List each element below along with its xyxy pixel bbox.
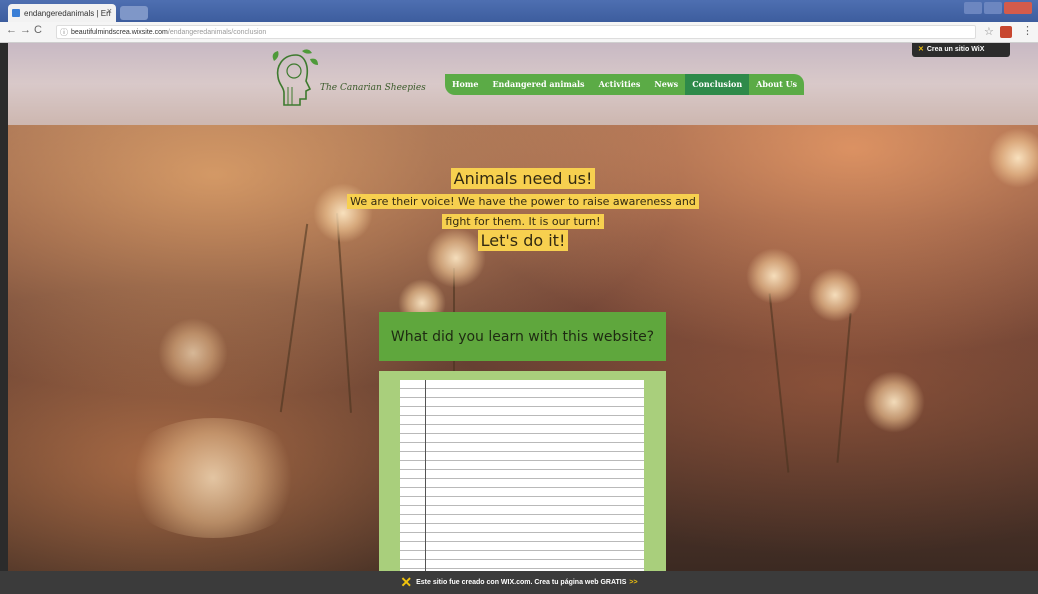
wix-create-site-badge[interactable]: ✕ Crea un sitio WiX: [912, 43, 1010, 57]
wix-logo-icon: ✕: [400, 574, 413, 590]
flower-stem-decoration: [768, 293, 790, 473]
url-host: beautifulmindscrea.wixsite.com: [71, 29, 168, 36]
nav-item-activities[interactable]: Activities: [592, 74, 648, 95]
heading-animals-need-us: Animals need us!: [450, 168, 596, 189]
reload-icon[interactable]: C: [34, 24, 42, 36]
wix-footer-banner[interactable]: ✕ Este sitio fue creado con WIX.com. Cre…: [0, 571, 1038, 594]
url-input[interactable]: ⓘ beautifulmindscrea.wixsite.com/endange…: [56, 25, 976, 39]
tab-close-icon[interactable]: ×: [107, 6, 112, 16]
tab-title: endangeredanimals | En: [24, 8, 111, 18]
info-icon: ⓘ: [60, 28, 68, 37]
forward-arrow-icon[interactable]: →: [20, 24, 31, 36]
back-arrow-icon[interactable]: ←: [6, 24, 17, 36]
question-banner: What did you learn with this website?: [379, 312, 666, 361]
wix-badge-label: Crea un sitio WiX: [926, 46, 985, 53]
web-page: The Canarian Sheepies Home Endangered an…: [8, 43, 1038, 571]
browser-menu-icon[interactable]: ⋮: [1022, 24, 1033, 37]
notebook-frame: [379, 371, 666, 571]
nav-item-endangered-animals[interactable]: Endangered animals: [485, 74, 591, 95]
dandelion-decoration: [746, 248, 802, 304]
wix-favicon-icon: [12, 9, 20, 17]
main-navigation: Home Endangered animals Activities News …: [445, 74, 805, 95]
new-tab-button[interactable]: [120, 6, 148, 20]
site-logo-icon[interactable]: [266, 47, 320, 107]
browser-tab[interactable]: endangeredanimals | En ×: [8, 4, 116, 22]
dandelion-decoration: [808, 268, 862, 322]
call-to-action-text: Animals need us! We are their voice! We …: [8, 167, 1038, 252]
nav-item-about-us[interactable]: About Us: [749, 74, 804, 95]
url-path: /endangeredanimals/conclusion: [167, 29, 267, 36]
wix-footer-text: Este sitio fue creado con WIX.com. Crea …: [416, 579, 627, 586]
bookmark-star-icon[interactable]: ☆: [984, 25, 994, 38]
blurred-flower-decoration: [118, 418, 308, 538]
browser-tab-bar: endangeredanimals | En ×: [0, 0, 1038, 22]
address-bar: ← → C ⓘ beautifulmindscrea.wixsite.com/e…: [0, 22, 1038, 43]
close-window-button[interactable]: [1004, 2, 1032, 14]
extension-icon[interactable]: [1000, 26, 1012, 38]
question-text: What did you learn with this website?: [390, 328, 655, 345]
footer-arrow-icon: >>: [629, 579, 638, 586]
awareness-text-line-2: fight for them. It is our turn!: [442, 214, 604, 229]
minimize-button[interactable]: [964, 2, 982, 14]
maximize-button[interactable]: [984, 2, 1002, 14]
flower-stem-decoration: [279, 223, 309, 413]
awareness-text-line-1: We are their voice! We have the power to…: [347, 194, 699, 209]
dandelion-decoration: [863, 371, 925, 433]
nav-item-conclusion[interactable]: Conclusion: [685, 74, 750, 95]
flower-stem-decoration: [836, 313, 852, 463]
window-controls: [964, 2, 1032, 14]
wix-logo-icon: ✕: [918, 46, 924, 53]
lets-do-it-text: Let's do it!: [477, 230, 569, 251]
nav-item-home[interactable]: Home: [445, 74, 485, 95]
lined-paper-text-area[interactable]: [400, 380, 644, 571]
site-title[interactable]: The Canarian Sheepies: [320, 83, 426, 93]
paper-margin-line: [425, 380, 426, 571]
site-header: The Canarian Sheepies Home Endangered an…: [8, 43, 1038, 125]
blurred-flower-decoration: [158, 318, 228, 388]
nav-item-news[interactable]: News: [647, 74, 685, 95]
